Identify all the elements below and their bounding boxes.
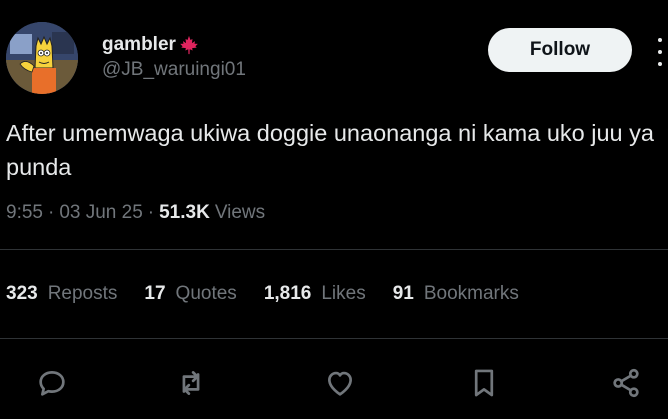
display-name: gambler [102, 34, 176, 55]
stat-bookmarks[interactable]: 91 Bookmarks [393, 283, 519, 305]
stat-count: 17 [144, 283, 166, 304]
tweet-text: After umemwaga ukiwa doggie unaonanga ni… [6, 120, 654, 180]
divider [0, 338, 668, 339]
engagement-stats: 323 Reposts 17 Quotes 1,816 Likes 91 Boo… [6, 283, 546, 305]
avatar[interactable] [6, 22, 78, 94]
stat-label: Bookmarks [423, 283, 519, 304]
separator-dot: · [47, 202, 55, 223]
divider [0, 249, 668, 250]
tweet-meta: 9:55 · 03 Jun 25 · 51.3K Views [6, 202, 265, 224]
cartoon-avatar [6, 22, 78, 94]
tweet-time[interactable]: 9:55 [6, 202, 43, 224]
stat-reposts[interactable]: 323 Reposts [6, 283, 117, 305]
separator-dot: · [147, 202, 155, 223]
repost-icon[interactable] [172, 364, 210, 402]
author-handle[interactable]: @JB_waruingi01 [102, 59, 246, 81]
stat-likes[interactable]: 1,816 Likes [264, 283, 366, 305]
stat-label: Likes [321, 283, 366, 304]
stat-label: Reposts [47, 283, 118, 304]
stat-count: 91 [392, 283, 414, 304]
views-label: Views [214, 202, 266, 223]
share-icon[interactable] [607, 364, 645, 402]
bookmark-icon[interactable] [465, 364, 503, 402]
stat-count: 1,816 [263, 283, 312, 304]
author-name[interactable]: gambler [102, 34, 200, 56]
reply-icon[interactable] [33, 364, 71, 402]
tweet-date[interactable]: 03 Jun 25 [59, 202, 142, 224]
follow-button[interactable]: Follow [488, 28, 632, 72]
views-count: 51.3K [159, 202, 210, 223]
action-bar [0, 364, 668, 402]
stat-count: 323 [6, 283, 38, 304]
stat-quotes[interactable]: 17 Quotes [144, 283, 236, 305]
maple-leaf-icon [180, 35, 198, 55]
like-icon[interactable] [321, 364, 359, 402]
stat-label: Quotes [175, 283, 237, 304]
more-vertical-icon[interactable] [652, 38, 668, 66]
